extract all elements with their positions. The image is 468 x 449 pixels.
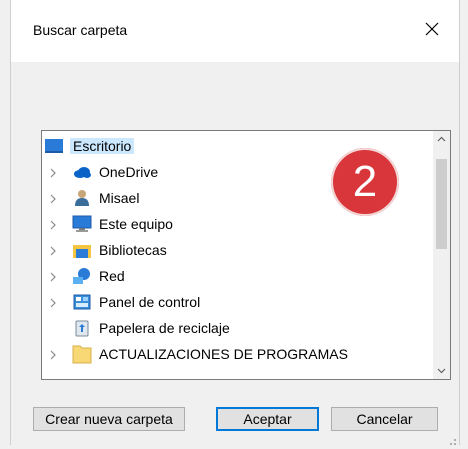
tree-item-label: Panel de control bbox=[99, 294, 201, 310]
tree-item-label: Red bbox=[99, 268, 125, 284]
scroll-up-button[interactable] bbox=[433, 131, 450, 148]
chevron-up-icon bbox=[437, 136, 446, 142]
step-number-badge: 2 bbox=[331, 148, 399, 216]
new-folder-button[interactable]: Crear nueva carpeta bbox=[33, 407, 185, 431]
desktop-icon bbox=[44, 137, 64, 155]
tree-item-label: Papelera de reciclaje bbox=[99, 320, 230, 336]
chevron-right-icon[interactable] bbox=[48, 192, 58, 204]
tree-item-label: Bibliotecas bbox=[99, 242, 167, 258]
cancel-button[interactable]: Cancelar bbox=[331, 407, 438, 431]
close-button[interactable] bbox=[417, 14, 447, 44]
ok-button[interactable]: Aceptar bbox=[216, 407, 319, 431]
tree-item-label: ACTUALIZACIONES DE PROGRAMAS bbox=[99, 346, 348, 362]
cloud-icon bbox=[72, 163, 92, 181]
scroll-down-button[interactable] bbox=[433, 362, 450, 379]
tree-item-label: Escritorio bbox=[70, 138, 135, 154]
scrollbar-thumb[interactable] bbox=[436, 159, 447, 249]
user-icon bbox=[72, 189, 92, 207]
tree-item-red[interactable]: Red bbox=[42, 263, 425, 289]
dialog-title: Buscar carpeta bbox=[33, 22, 128, 38]
tree-item-bibliotecas[interactable]: Bibliotecas bbox=[42, 237, 425, 263]
tree-item-label: Misael bbox=[99, 190, 140, 206]
tree-item-panel-de-control[interactable]: Panel de control bbox=[42, 289, 425, 315]
tree-item-label: OneDrive bbox=[99, 164, 159, 180]
tree-item-papelera[interactable]: Papelera de reciclaje bbox=[42, 315, 425, 341]
close-icon bbox=[425, 22, 439, 36]
chevron-right-icon[interactable] bbox=[48, 244, 58, 256]
vertical-scrollbar[interactable] bbox=[433, 131, 450, 379]
library-icon bbox=[72, 241, 92, 259]
chevron-right-icon[interactable] bbox=[48, 296, 58, 308]
chevron-down-icon bbox=[437, 368, 446, 374]
chevron-right-icon[interactable] bbox=[48, 348, 58, 360]
computer-icon bbox=[72, 215, 92, 233]
control-panel-icon bbox=[72, 293, 92, 311]
tree-item-actualizaciones[interactable]: ACTUALIZACIONES DE PROGRAMAS bbox=[42, 341, 425, 367]
resize-grip-icon[interactable] bbox=[447, 433, 457, 445]
tree-item-label: Este equipo bbox=[99, 216, 173, 232]
folder-icon bbox=[72, 345, 92, 364]
browse-folder-dialog: Buscar carpeta Escritorio OneDrive Misae… bbox=[10, 0, 460, 445]
chevron-right-icon[interactable] bbox=[48, 166, 58, 178]
chevron-right-icon[interactable] bbox=[48, 270, 58, 282]
recycle-bin-icon bbox=[72, 319, 92, 337]
network-icon bbox=[72, 267, 92, 285]
title-bar: Buscar carpeta bbox=[11, 0, 459, 62]
chevron-right-icon[interactable] bbox=[48, 218, 58, 230]
